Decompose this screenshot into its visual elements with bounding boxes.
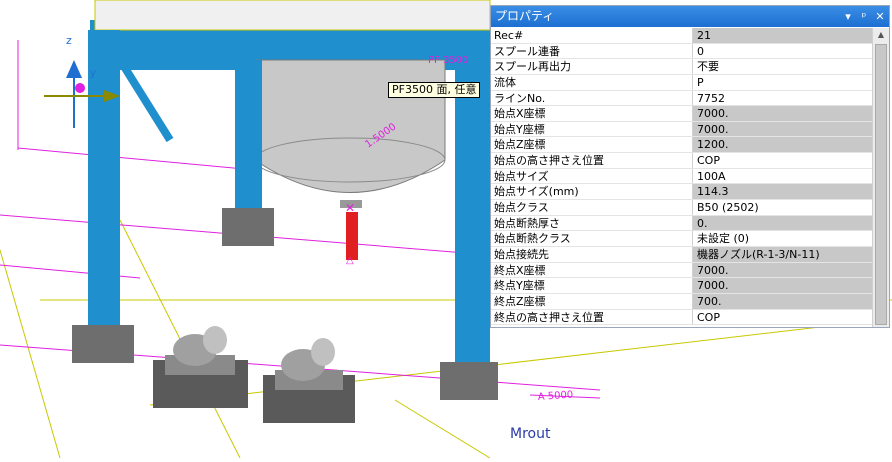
property-row[interactable]: 始点X座標 7000. bbox=[491, 106, 873, 122]
property-value[interactable]: 7000. bbox=[693, 278, 873, 293]
property-value[interactable]: 7000. bbox=[693, 121, 873, 137]
scroll-thumb[interactable] bbox=[875, 44, 887, 325]
property-row[interactable]: 終点の高さ押さえ位置 COP bbox=[491, 309, 873, 326]
property-label: 終点Z座標 bbox=[491, 293, 693, 309]
property-row[interactable]: 流体 P bbox=[491, 74, 873, 91]
property-label: 終点の高さ押さえ位置 bbox=[491, 309, 693, 325]
property-label: 始点の高さ押さえ位置 bbox=[491, 153, 693, 168]
property-label: 始点サイズ bbox=[491, 168, 693, 184]
property-row[interactable]: Rec# 21 bbox=[491, 28, 873, 44]
scroll-up-icon[interactable]: ▲ bbox=[873, 28, 889, 42]
property-label: 始点サイズ(mm) bbox=[491, 184, 693, 200]
property-value[interactable]: 7000. bbox=[693, 262, 873, 278]
property-label: 始点クラス bbox=[491, 200, 693, 215]
property-value[interactable]: 0. bbox=[693, 215, 873, 231]
property-value[interactable]: 114.3 bbox=[693, 184, 873, 200]
property-label: スプール連番 bbox=[491, 43, 693, 59]
property-label: 始点Z座標 bbox=[491, 137, 693, 153]
property-value[interactable]: 700. bbox=[693, 293, 873, 309]
property-value[interactable]: 1200. bbox=[693, 137, 873, 153]
property-label: 始点断熱厚さ bbox=[491, 215, 693, 231]
axis-z-label: z bbox=[66, 34, 72, 47]
status-label: Mrout bbox=[510, 426, 551, 442]
svg-text:✕: ✕ bbox=[345, 201, 355, 215]
property-label: 終点Y座標 bbox=[491, 278, 693, 293]
property-value[interactable]: COP bbox=[693, 310, 873, 325]
axis-y-label: y bbox=[90, 68, 96, 79]
property-row[interactable]: 始点Z座標 1200. bbox=[491, 137, 873, 154]
base-right bbox=[440, 362, 498, 400]
panel-title-bar[interactable]: プロパティ ▾ ᵖ ✕ bbox=[491, 6, 889, 27]
property-value[interactable]: 7000. bbox=[693, 106, 873, 121]
column-mid bbox=[235, 60, 262, 212]
property-row[interactable]: 始点断熱クラス 未設定 (0) bbox=[491, 231, 873, 247]
property-row[interactable]: 始点サイズ 100A bbox=[491, 168, 873, 185]
properties-panel: プロパティ ▾ ᵖ ✕ Rec# 21 スプール連番 0 スプール再出力 不要 流体 P ライン… bbox=[490, 5, 890, 328]
property-label: 流体 bbox=[491, 74, 693, 90]
grid-label-pf: PF 3500 bbox=[428, 55, 468, 66]
tooltip: PF3500 面, 任意 bbox=[388, 82, 481, 98]
property-label: 始点X座標 bbox=[491, 106, 693, 121]
panel-title: プロパティ bbox=[495, 9, 555, 23]
property-label: 始点断熱クラス bbox=[491, 231, 693, 246]
property-value[interactable]: 21 bbox=[693, 28, 873, 43]
property-label: スプール再出力 bbox=[491, 59, 693, 74]
property-row[interactable]: 始点クラス B50 (2502) bbox=[491, 200, 873, 216]
property-row[interactable]: ラインNo. 7752 bbox=[491, 90, 873, 107]
property-row[interactable]: 終点Y座標 7000. bbox=[491, 278, 873, 294]
scrollbar[interactable]: ▲ bbox=[872, 28, 889, 327]
platform-deck bbox=[94, 0, 491, 31]
property-label: ラインNo. bbox=[491, 90, 693, 106]
property-label: Rec# bbox=[491, 28, 693, 43]
property-grid: Rec# 21 スプール連番 0 スプール再出力 不要 流体 P ラインNo. 7752 始点X座標… bbox=[491, 28, 873, 326]
property-value[interactable]: 7752 bbox=[693, 91, 873, 106]
property-value[interactable]: 不要 bbox=[693, 59, 873, 74]
property-row[interactable]: スプール再出力 不要 bbox=[491, 59, 873, 75]
menu-dropdown-icon[interactable]: ▾ bbox=[843, 6, 853, 27]
pump-2 bbox=[263, 338, 355, 423]
property-value[interactable]: COP bbox=[693, 153, 873, 168]
column-right bbox=[455, 60, 490, 370]
property-row[interactable]: 終点Z座標 700. bbox=[491, 293, 873, 310]
property-row[interactable]: 始点接続先 機器ノズル(R-1-3/N-11) bbox=[491, 246, 873, 263]
close-icon[interactable]: ✕ bbox=[875, 6, 885, 27]
property-value[interactable]: 機器ノズル(R-1-3/N-11) bbox=[693, 246, 873, 262]
pin-icon[interactable]: ᵖ bbox=[859, 6, 869, 27]
grid-label-axis: A 5000 bbox=[537, 390, 573, 403]
property-row[interactable]: スプール連番 0 bbox=[491, 43, 873, 60]
svg-text:△: △ bbox=[346, 255, 354, 266]
pump-1 bbox=[153, 326, 248, 408]
base-left bbox=[72, 325, 134, 363]
property-row[interactable]: 始点の高さ押さえ位置 COP bbox=[491, 153, 873, 169]
property-row[interactable]: 始点サイズ(mm) 114.3 bbox=[491, 184, 873, 201]
property-row[interactable]: 始点断熱厚さ 0. bbox=[491, 215, 873, 232]
property-label: 始点Y座標 bbox=[491, 121, 693, 137]
property-value[interactable]: B50 (2502) bbox=[693, 200, 873, 215]
vessel-body bbox=[254, 59, 446, 193]
base-mid bbox=[222, 208, 274, 246]
property-value[interactable]: 未設定 (0) bbox=[693, 231, 873, 246]
property-row[interactable]: 終点X座標 7000. bbox=[491, 262, 873, 279]
property-label: 終点X座標 bbox=[491, 262, 693, 278]
property-value[interactable]: P bbox=[693, 75, 873, 90]
property-row[interactable]: 始点Y座標 7000. bbox=[491, 121, 873, 138]
property-label: 始点接続先 bbox=[491, 246, 693, 262]
property-value[interactable]: 0 bbox=[693, 44, 873, 59]
selected-pipe[interactable] bbox=[346, 212, 358, 260]
property-value[interactable]: 100A bbox=[693, 169, 873, 184]
